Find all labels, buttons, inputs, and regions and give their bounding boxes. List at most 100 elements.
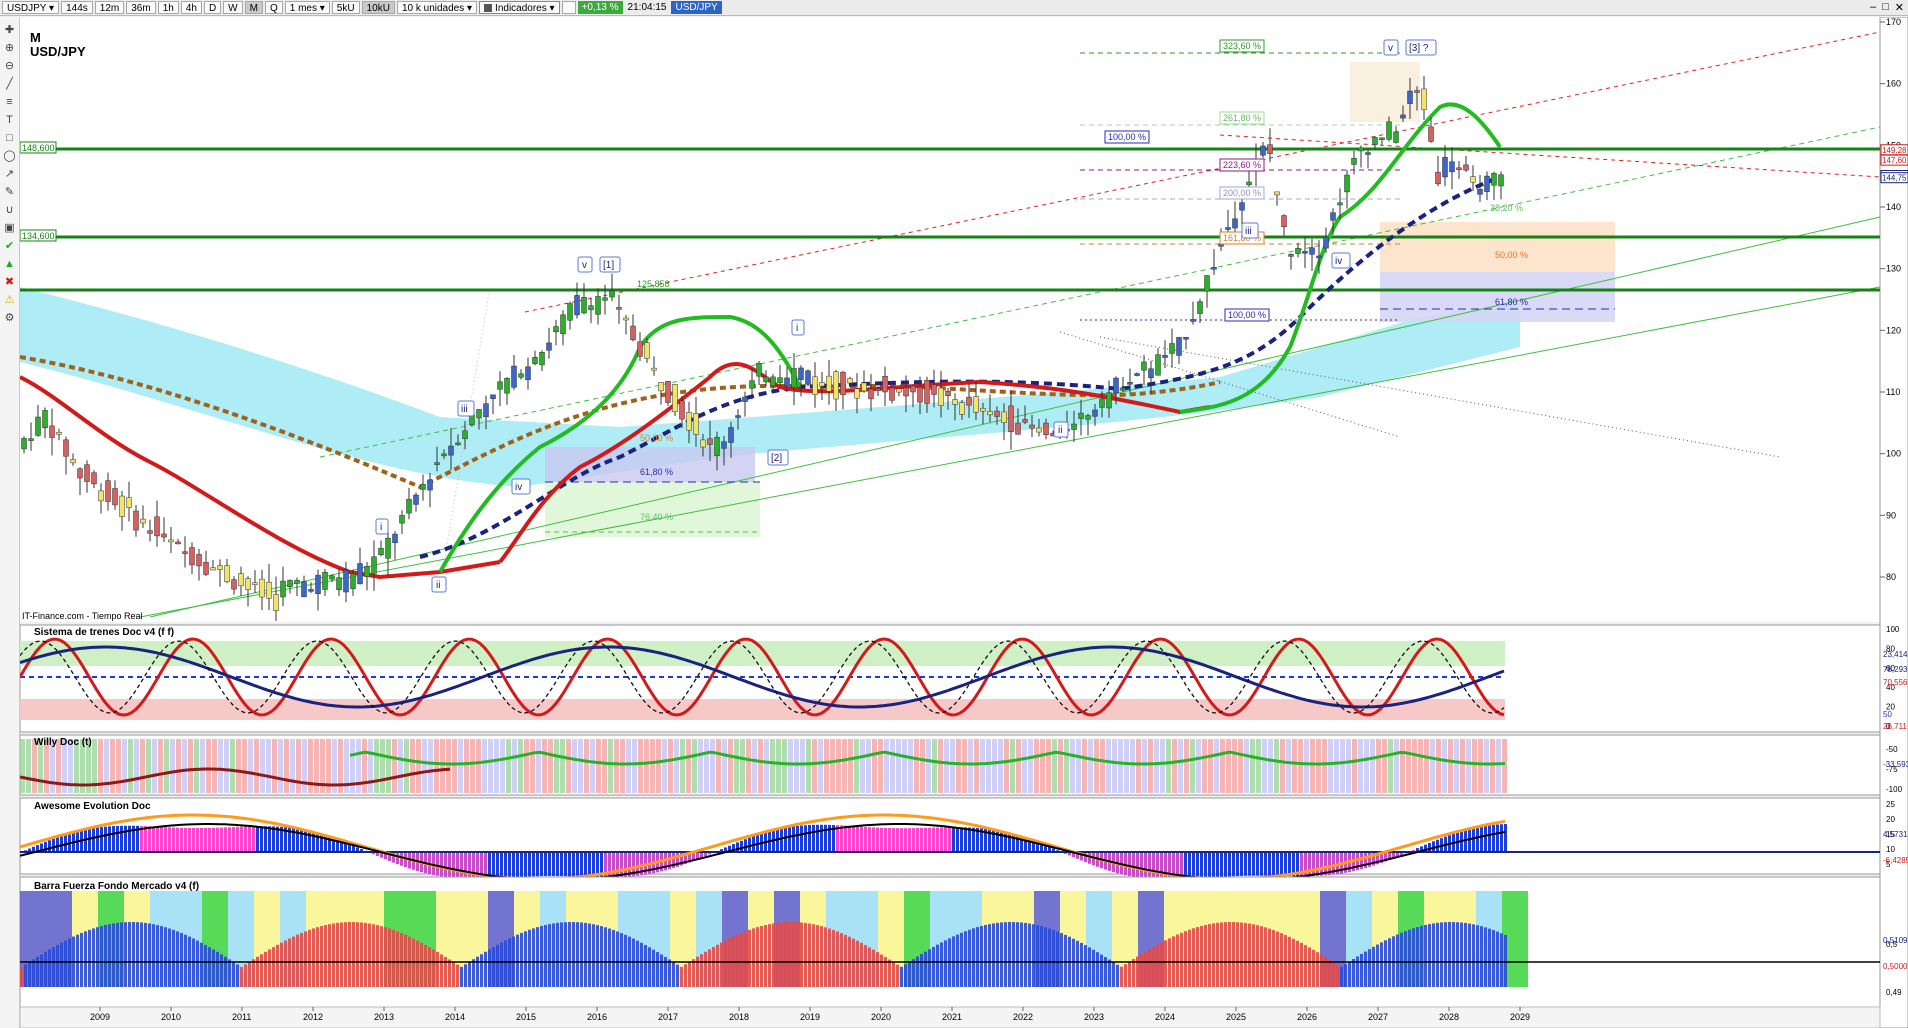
force-bar	[992, 923, 995, 987]
lock-icon[interactable]: ▣	[3, 221, 17, 235]
price-chart[interactable]: 1701601501401301201101009080 149,28147,6…	[20, 17, 1908, 1028]
willy-bar	[1412, 739, 1417, 793]
willy-bar	[1196, 739, 1201, 793]
force-bar	[1356, 956, 1359, 987]
settings-icon[interactable]: ⚙	[3, 311, 17, 325]
willy-bar	[1142, 739, 1147, 793]
zoom-out-icon[interactable]: ⊖	[3, 59, 17, 73]
restore-icon[interactable]: □	[1882, 1, 1889, 14]
circle-icon[interactable]: ◯	[3, 149, 17, 163]
willy-bar	[800, 739, 805, 793]
fill-toggle[interactable]	[561, 1, 576, 14]
willy-bar	[1448, 739, 1453, 793]
force-bar	[1180, 932, 1183, 987]
candle-body	[623, 317, 629, 321]
candle-body	[1078, 412, 1084, 419]
force-bar	[1156, 944, 1159, 987]
awesome-bar	[972, 827, 975, 852]
panel-axis-label: 0,49	[1886, 988, 1902, 997]
peak-label: 125,858	[637, 279, 670, 289]
candle-body	[1015, 422, 1021, 435]
interval-12m[interactable]: 12m	[94, 1, 125, 14]
force-bar	[1492, 930, 1495, 987]
force-bar	[1312, 949, 1315, 987]
candle-body	[497, 381, 503, 390]
force-bar	[228, 959, 231, 987]
force-bar	[976, 927, 979, 987]
magnet-icon[interactable]: ∪	[3, 203, 17, 217]
panel-value-label: 4,5731	[1883, 830, 1908, 839]
zoom-in-icon[interactable]: ⊕	[3, 41, 17, 55]
fib-icon[interactable]: ≡	[3, 95, 17, 109]
line-icon[interactable]: ╱	[3, 77, 17, 91]
willy-bar	[1454, 739, 1459, 793]
force-bar	[568, 922, 571, 987]
force-bar	[576, 922, 579, 987]
fib-box-orange	[1380, 222, 1615, 272]
force-bar	[780, 922, 783, 987]
candle-body	[441, 453, 447, 457]
wave-label-v: v	[582, 260, 587, 271]
arrow-icon[interactable]: ↗	[3, 167, 17, 181]
willy-bar	[1484, 739, 1489, 793]
willy-bar	[464, 739, 469, 793]
candle-body	[616, 307, 622, 310]
force-bar	[1260, 926, 1263, 987]
warning-icon[interactable]: ⚠	[3, 293, 17, 307]
delete-icon[interactable]: ✖	[3, 275, 17, 289]
candle-body	[798, 367, 804, 380]
interval-d[interactable]: D	[203, 1, 222, 14]
awesome-bar	[948, 827, 951, 852]
awesome-bar	[912, 828, 915, 852]
candle-body	[238, 573, 244, 587]
fib-label-100-low: 100,00 %	[1228, 310, 1266, 320]
rectangle-icon[interactable]: □	[3, 131, 17, 145]
force-bar	[500, 942, 503, 987]
candle-body	[140, 518, 146, 524]
interval-36m[interactable]: 36m	[126, 1, 156, 14]
symbol-selector[interactable]: USDJPY	[2, 1, 60, 14]
force-bar	[900, 966, 903, 987]
wave-label-iv-2023: iv	[1335, 256, 1342, 267]
crosshair-icon[interactable]: ✚	[3, 23, 17, 37]
unit-5ku[interactable]: 5kU	[331, 1, 360, 14]
interval-w[interactable]: W	[223, 1, 243, 14]
close-icon[interactable]: ✕	[1895, 1, 1904, 14]
force-bar	[92, 928, 95, 987]
willy-bar	[1430, 739, 1435, 793]
force-bar	[104, 925, 107, 987]
interval-1h[interactable]: 1h	[157, 1, 179, 14]
force-bar	[580, 922, 583, 987]
force-bar	[1352, 958, 1355, 987]
indicators-button[interactable]: Indicadores	[479, 1, 560, 14]
force-bar	[716, 944, 719, 987]
candle-body	[1323, 236, 1329, 249]
willy-bar	[416, 739, 421, 793]
force-bar	[1052, 930, 1055, 987]
interval-q[interactable]: Q	[264, 1, 283, 14]
volume-selector[interactable]: 10 k unidades	[396, 1, 478, 14]
interval-144s[interactable]: 144s	[61, 1, 93, 14]
force-bar	[1184, 931, 1187, 987]
awesome-bar	[812, 824, 815, 852]
candle-body	[224, 565, 230, 583]
awesome-bar	[244, 826, 247, 852]
minimize-icon[interactable]: –	[1870, 1, 1876, 14]
force-bar	[1436, 922, 1439, 987]
candle-body	[973, 396, 979, 413]
interval-4h[interactable]: 4h	[180, 1, 202, 14]
period-selector[interactable]: 1 mes	[284, 1, 330, 14]
force-bar	[908, 961, 911, 987]
interval-m[interactable]: M	[244, 1, 263, 14]
pencil-icon[interactable]: ✎	[3, 185, 17, 199]
willy-bar	[1190, 739, 1195, 793]
force-bar	[328, 924, 331, 987]
thumb-icon[interactable]: ▲	[3, 257, 17, 271]
awesome-bar	[252, 826, 255, 852]
force-bar	[1164, 940, 1167, 987]
candle-body	[1162, 355, 1168, 358]
force-bar	[1456, 922, 1459, 987]
unit-10ku[interactable]: 10kU	[361, 1, 395, 14]
ok-icon[interactable]: ✔	[3, 239, 17, 253]
text-icon[interactable]: T	[3, 113, 17, 127]
